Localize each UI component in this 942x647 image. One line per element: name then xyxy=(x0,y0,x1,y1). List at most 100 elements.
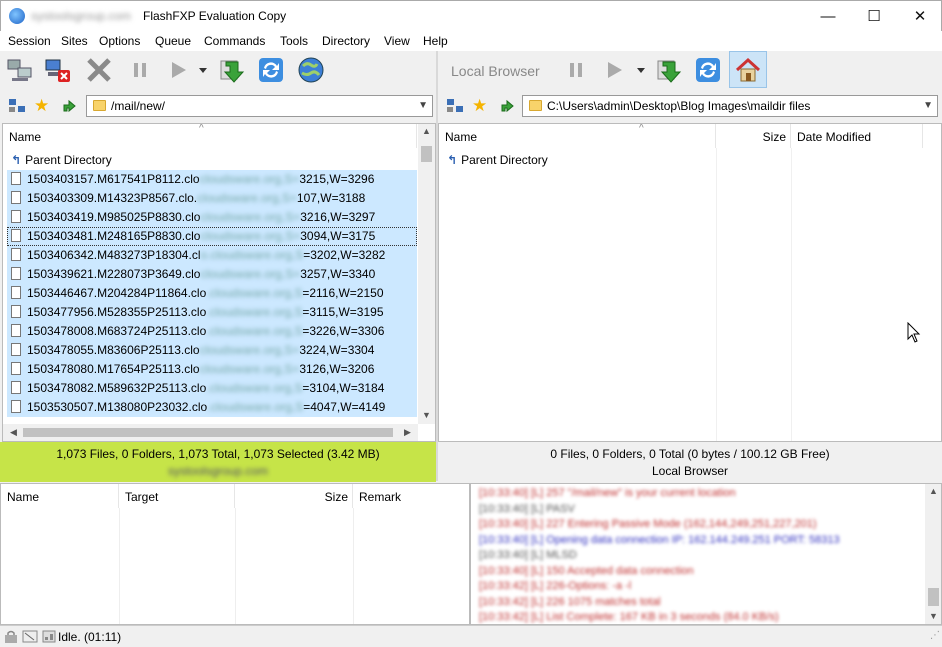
remote-file-row[interactable]: 1503478055.M83606P25113.clocloudsware.or… xyxy=(7,341,417,360)
file-icon xyxy=(11,381,21,394)
menu-view[interactable]: View xyxy=(384,34,410,48)
remote-vertical-scrollbar[interactable]: ▲ ▼ xyxy=(418,124,435,424)
log-line: [10:33:40] [L] 150 Accepted data connect… xyxy=(479,565,694,577)
folder-icon xyxy=(93,100,106,111)
local-dropdown-icon[interactable] xyxy=(634,56,648,84)
file-name-suffix: 3224,W=3304 xyxy=(299,343,374,357)
menu-tools[interactable]: Tools xyxy=(280,34,308,48)
queue-column-target[interactable]: Target xyxy=(119,484,235,508)
menu-session[interactable]: Session xyxy=(8,34,51,48)
close-button[interactable]: ✕ xyxy=(897,1,942,32)
remote-file-row[interactable]: 1503403481.M248165P8830.clocloudsware.or… xyxy=(7,227,417,246)
local-parent-directory[interactable]: ↰ Parent Directory xyxy=(443,151,713,170)
scroll-left-icon[interactable]: ◀ xyxy=(5,427,22,438)
home-button[interactable] xyxy=(729,51,767,88)
local-column-name[interactable]: Name xyxy=(439,124,716,148)
globe-icon[interactable] xyxy=(297,56,325,84)
remote-file-row[interactable]: 1503478082.M589632P25113.clo.cloudsware.… xyxy=(7,379,417,398)
change-directory-icon[interactable] xyxy=(218,56,246,84)
local-browser-label[interactable]: Local Browser xyxy=(451,63,540,79)
remote-file-row[interactable]: 1503403157.M617541P8112.clocloudsware.or… xyxy=(7,170,417,189)
log-vertical-scrollbar[interactable]: ▲ ▼ xyxy=(925,484,942,624)
chevron-down-icon[interactable]: ▼ xyxy=(923,100,933,111)
pause-icon[interactable] xyxy=(126,56,154,84)
remote-file-row[interactable]: 1503478008.M683724P25113.clo.cloudsware.… xyxy=(7,322,417,341)
queue-column-remark[interactable]: Remark xyxy=(353,484,470,508)
connection-status-icon xyxy=(42,630,56,643)
remote-file-row[interactable]: 1503403419.M985025P8830.clocloudsware.or… xyxy=(7,208,417,227)
parent-folder-icon[interactable] xyxy=(61,98,77,114)
local-play-icon[interactable] xyxy=(600,56,628,84)
file-name: 1503446467.M204284P11864.clo xyxy=(27,286,206,300)
remote-column-name[interactable]: Name xyxy=(3,124,417,148)
local-column-size[interactable]: Size xyxy=(716,124,791,148)
menu-help[interactable]: Help xyxy=(423,34,448,48)
connect-icon[interactable] xyxy=(6,56,34,84)
file-icon xyxy=(11,191,21,204)
file-icon xyxy=(11,400,21,413)
refresh-icon[interactable] xyxy=(257,56,285,84)
h-scroll-thumb[interactable] xyxy=(23,428,393,437)
local-pause-icon[interactable] xyxy=(562,56,590,84)
log-line: [10:33:40] [L] Opening data connection I… xyxy=(479,534,840,546)
file-name-suffix: =4047,W=4149 xyxy=(303,400,385,414)
remote-file-row[interactable]: 1503446467.M204284P11864.clo.cloudsware.… xyxy=(7,284,417,303)
scroll-thumb[interactable] xyxy=(928,588,939,606)
file-name-hidden: cloudsware.org,S= xyxy=(200,172,300,186)
file-name-hidden: .cloudsware.org,S xyxy=(206,324,302,338)
disconnect-icon[interactable] xyxy=(44,56,72,84)
remote-file-row[interactable]: 1503439621.M228073P3649.clocloudsware.or… xyxy=(7,265,417,284)
file-icon xyxy=(11,172,21,185)
queue-column-size[interactable]: Size xyxy=(235,484,353,508)
scroll-up-icon[interactable]: ▲ xyxy=(925,486,942,496)
transfer-play-icon[interactable] xyxy=(164,56,192,84)
file-icon xyxy=(11,362,21,375)
remote-file-row[interactable]: 1503403309.M14323P8567.clo.cloudsware.or… xyxy=(7,189,417,208)
minimize-button[interactable]: — xyxy=(805,1,851,32)
remote-file-row[interactable]: 1503477956.M528355P25113.clo.cloudsware.… xyxy=(7,303,417,322)
scroll-down-icon[interactable]: ▼ xyxy=(418,410,435,420)
remote-file-row[interactable]: 1503530507.M138080P23032.clo.cloudsware.… xyxy=(7,398,417,417)
local-favorites-star-icon[interactable]: ★ xyxy=(472,96,487,116)
menu-sites[interactable]: Sites xyxy=(61,34,88,48)
local-parent-folder-icon[interactable] xyxy=(499,98,515,114)
maximize-button[interactable]: ☐ xyxy=(851,1,897,32)
menu-directory[interactable]: Directory xyxy=(322,34,370,48)
local-change-directory-icon[interactable] xyxy=(655,56,683,84)
lock-icon xyxy=(4,630,18,643)
local-column-date[interactable]: Date Modified xyxy=(791,124,923,148)
menu-options[interactable]: Options xyxy=(99,34,140,48)
scroll-up-icon[interactable]: ▲ xyxy=(418,126,435,136)
file-icon xyxy=(11,229,21,242)
file-name: 1503439621.M228073P3649.clo xyxy=(27,267,200,281)
file-name: 1503406342.M483273P18304.cl xyxy=(27,248,200,262)
parent-label: Parent Directory xyxy=(461,153,548,167)
file-icon xyxy=(11,267,21,280)
scroll-right-icon[interactable]: ▶ xyxy=(399,427,416,438)
menu-commands[interactable]: Commands xyxy=(204,34,265,48)
queue-column-name[interactable]: Name xyxy=(1,484,119,508)
transfer-dropdown-icon[interactable] xyxy=(196,56,210,84)
log-line: [10:33:42] [L] 226 1075 matches total xyxy=(479,596,661,608)
resize-grip-icon[interactable]: ⋰ xyxy=(930,630,939,641)
file-name: 1503477956.M528355P25113.clo xyxy=(27,305,206,319)
menu-queue[interactable]: Queue xyxy=(155,34,191,48)
remote-path-input[interactable]: /mail/new/ ▼ xyxy=(86,95,433,117)
remote-parent-directory[interactable]: ↰ Parent Directory xyxy=(7,151,417,170)
remote-file-row[interactable]: 1503478080.M17654P25113.clocloudsware.or… xyxy=(7,360,417,379)
abort-icon[interactable] xyxy=(85,56,113,84)
chevron-down-icon[interactable]: ▼ xyxy=(418,100,428,111)
local-site-manager-icon[interactable] xyxy=(446,98,464,114)
remote-horizontal-scrollbar[interactable]: ◀ ▶ xyxy=(3,424,418,441)
remote-path-text: /mail/new/ xyxy=(111,99,165,113)
title-host: systoolsgroup.com xyxy=(31,9,131,23)
local-refresh-icon[interactable] xyxy=(694,56,722,84)
remote-file-row[interactable]: 1503406342.M483273P18304.clo.cloudsware.… xyxy=(7,246,417,265)
site-manager-icon[interactable] xyxy=(8,98,26,114)
local-path-input[interactable]: C:\Users\admin\Desktop\Blog Images\maild… xyxy=(522,95,938,117)
scroll-thumb[interactable] xyxy=(421,146,432,162)
file-name-suffix: 3257,W=3340 xyxy=(300,267,375,281)
favorites-star-icon[interactable]: ★ xyxy=(34,96,49,116)
scroll-down-icon[interactable]: ▼ xyxy=(925,611,942,621)
app-status-bar: Idle. (01:11) ⋰ xyxy=(0,625,942,647)
